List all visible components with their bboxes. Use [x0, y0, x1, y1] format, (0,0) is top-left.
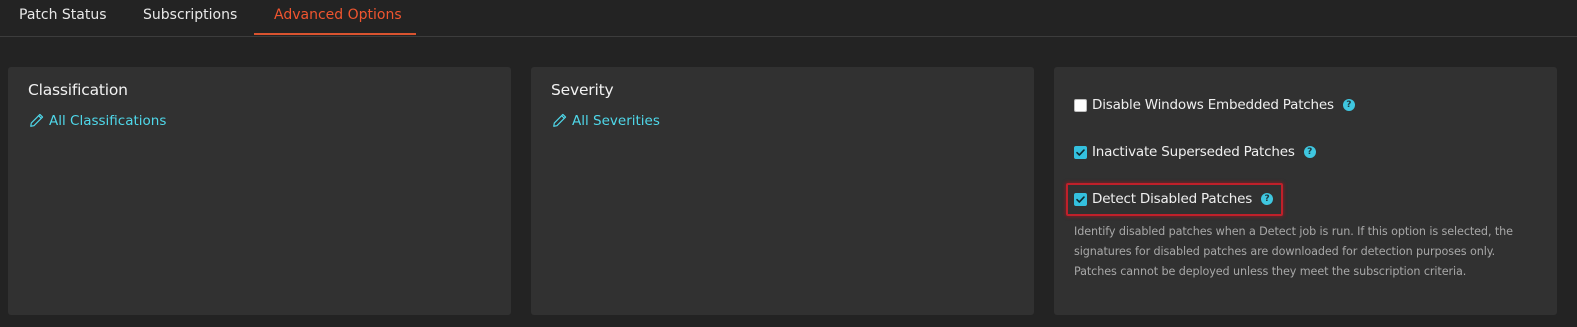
tab-advanced-options[interactable]: Advanced Options	[274, 0, 402, 36]
classification-title: Classification	[28, 81, 128, 99]
disable-embedded-label: Disable Windows Embedded Patches	[1092, 97, 1334, 113]
tab-subscriptions[interactable]: Subscriptions	[143, 0, 237, 36]
inactivate-superseded-label: Inactivate Superseded Patches	[1092, 144, 1295, 160]
active-tab-indicator	[254, 33, 416, 35]
help-icon[interactable]: ?	[1261, 193, 1274, 205]
all-severities-link[interactable]: All Severities	[551, 112, 660, 129]
disable-embedded-checkbox[interactable]	[1074, 98, 1087, 112]
classification-panel: Classification All Classifications	[8, 67, 511, 315]
detect-disabled-option: Detect Disabled Patches ?	[1074, 189, 1274, 209]
help-icon[interactable]: ?	[1303, 146, 1316, 158]
pencil-icon	[553, 113, 567, 127]
tab-bar: Patch Status Subscriptions Advanced Opti…	[0, 0, 1577, 37]
detect-disabled-description: Identify disabled patches when a Detect …	[1074, 225, 1513, 278]
all-classifications-link[interactable]: All Classifications	[28, 112, 166, 129]
inactivate-superseded-checkbox[interactable]	[1074, 145, 1087, 159]
help-icon[interactable]: ?	[1342, 99, 1355, 111]
inactivate-superseded-option: Inactivate Superseded Patches ?	[1074, 142, 1316, 162]
options-panel: Disable Windows Embedded Patches ? Inact…	[1054, 67, 1557, 315]
detect-disabled-checkbox[interactable]	[1074, 192, 1087, 206]
pencil-icon	[30, 113, 44, 127]
all-classifications-label: All Classifications	[49, 112, 167, 129]
detect-disabled-label: Detect Disabled Patches	[1092, 191, 1253, 207]
disable-embedded-option: Disable Windows Embedded Patches ?	[1074, 95, 1355, 115]
severity-title: Severity	[551, 81, 614, 99]
severity-panel: Severity All Severities	[531, 67, 1034, 315]
tab-patch-status[interactable]: Patch Status	[19, 0, 107, 36]
checkmark-icon	[1076, 195, 1085, 203]
all-severities-label: All Severities	[572, 112, 660, 129]
checkmark-icon	[1076, 148, 1085, 156]
